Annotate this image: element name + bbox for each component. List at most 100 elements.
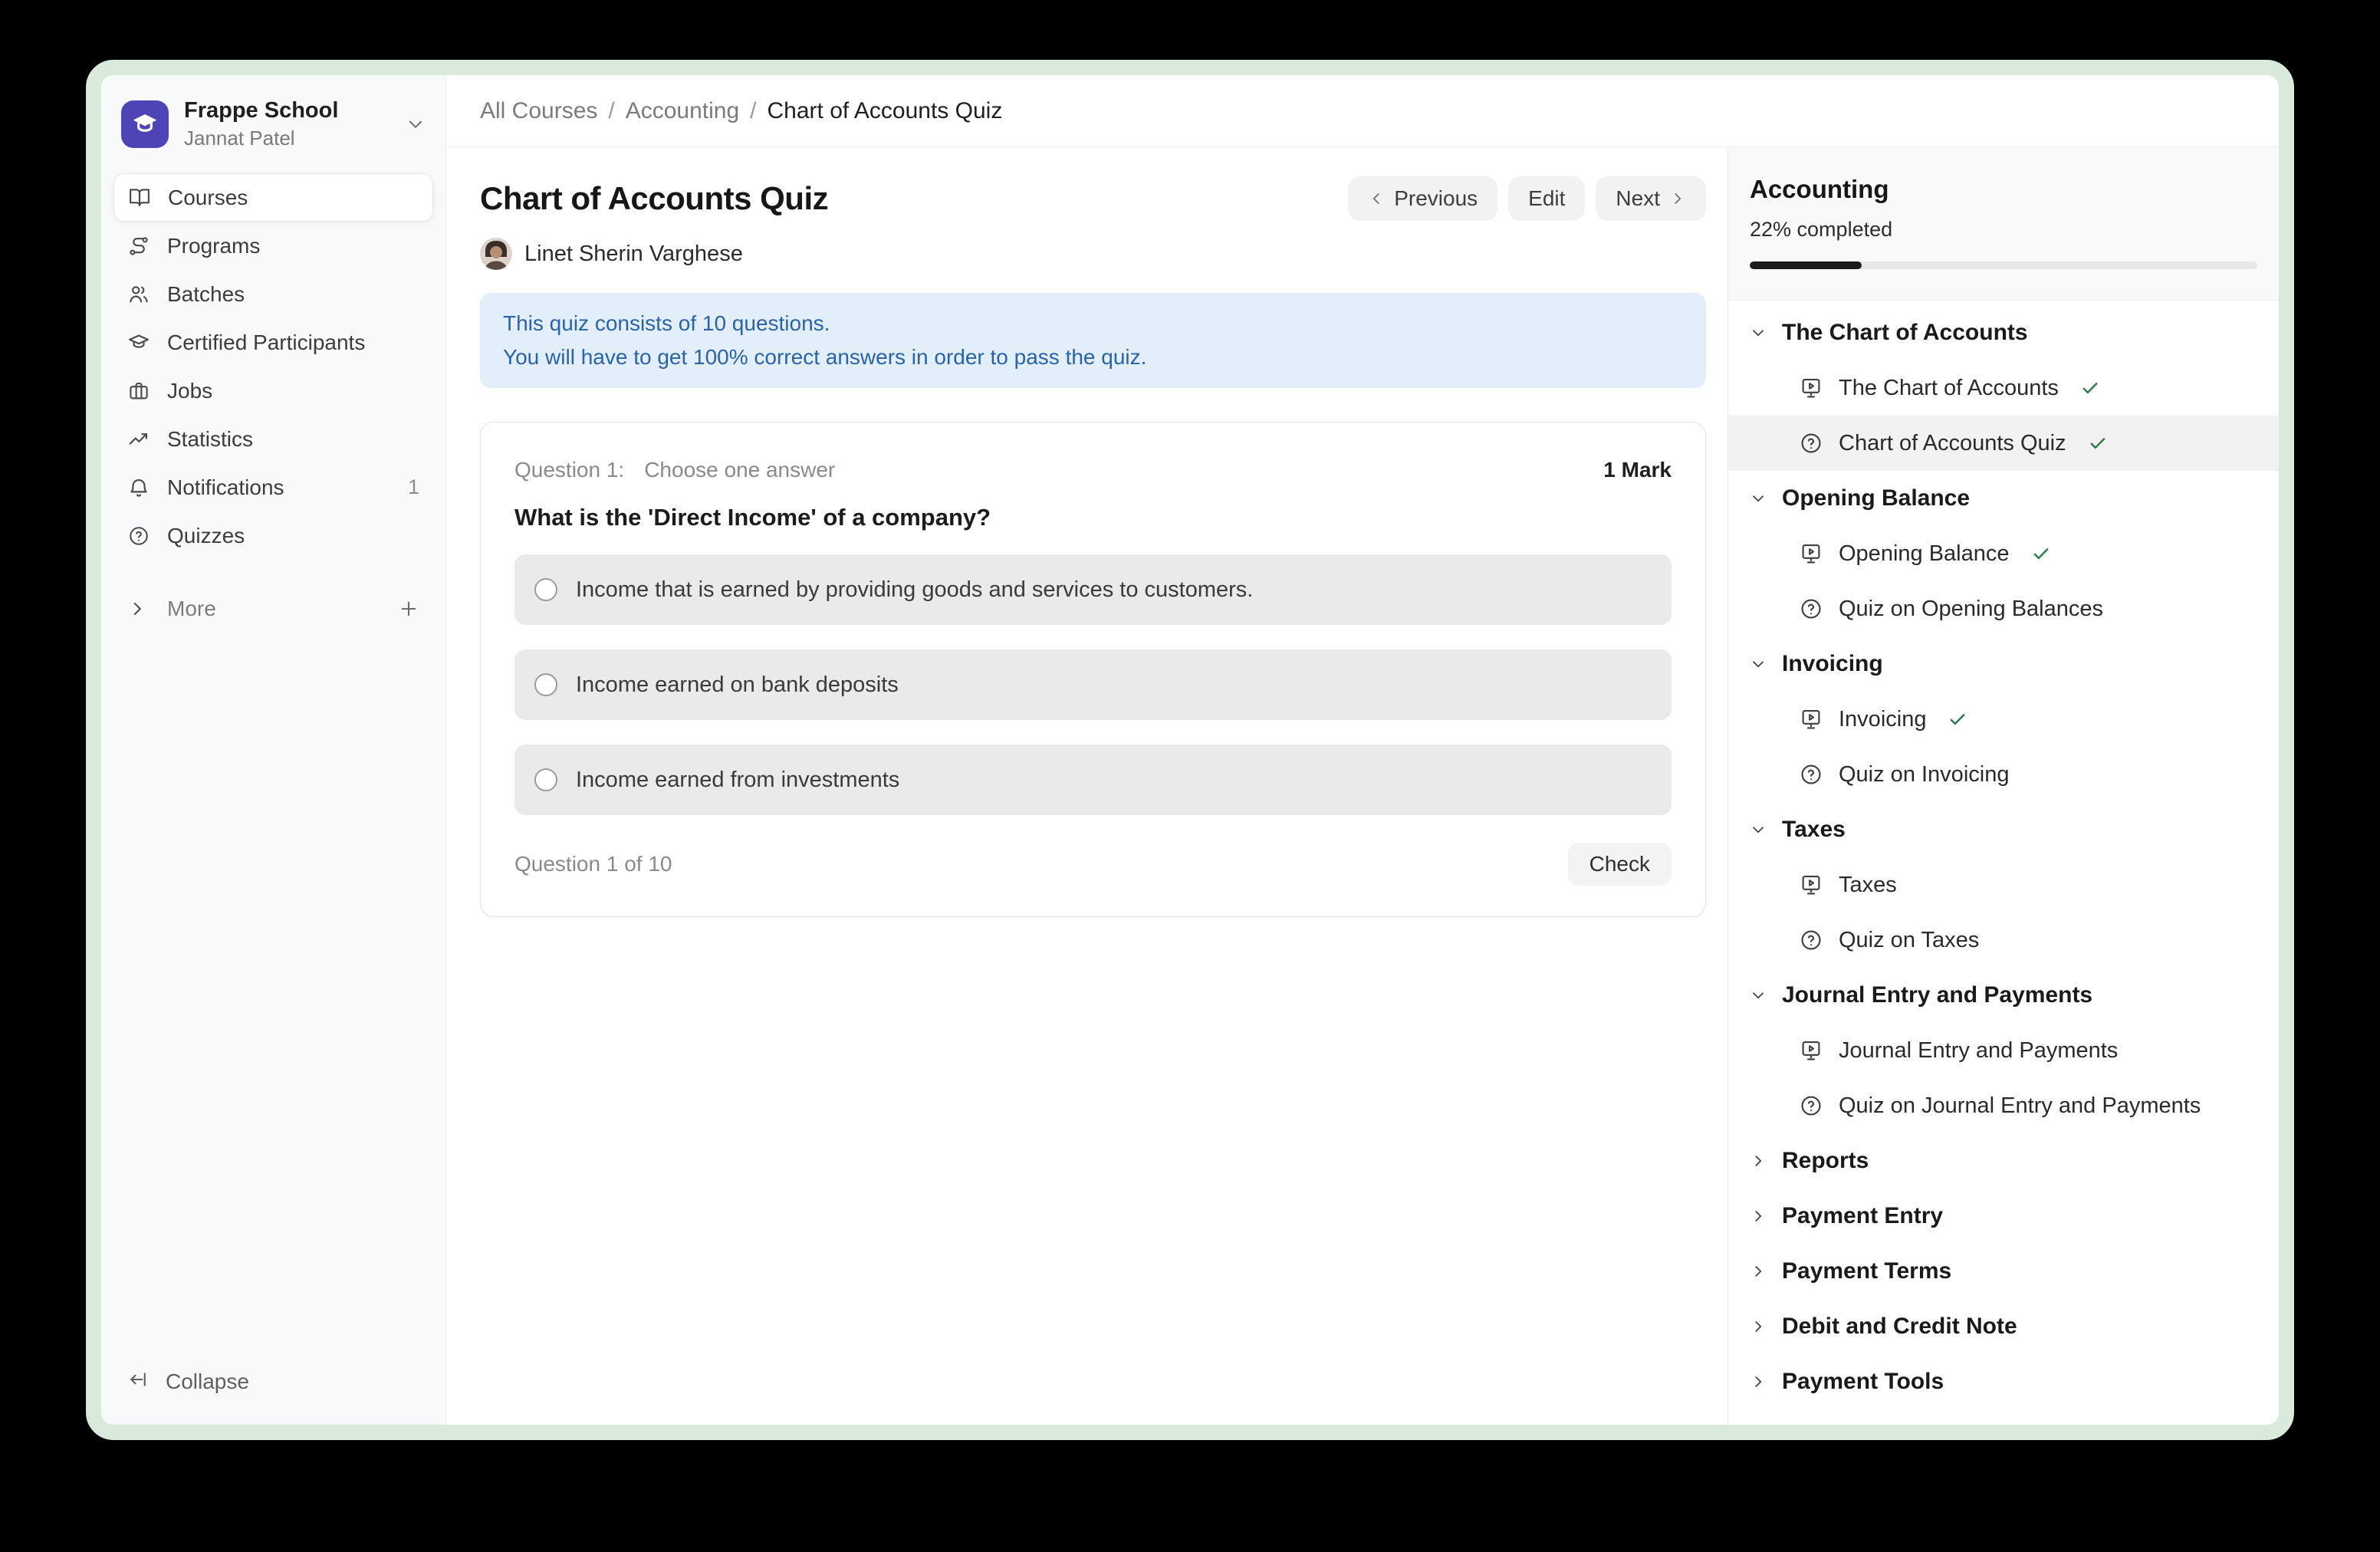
sidebar-item-label: Certified Participants [167, 330, 365, 355]
option-label: Income earned from investments [576, 768, 899, 793]
breadcrumb-accounting[interactable]: Accounting [626, 98, 739, 124]
course-outline-list: The Chart of Accounts The Chart of Accou… [1728, 301, 2279, 1425]
notifications-count-badge: 1 [408, 475, 419, 499]
sidebar-item-label: Jobs [167, 379, 212, 403]
outline-section-reports[interactable]: Reports [1728, 1133, 2279, 1189]
avatar [480, 238, 512, 270]
edit-button[interactable]: Edit [1508, 176, 1585, 221]
quiz-question-icon [1799, 431, 1823, 455]
answer-option-3[interactable]: Income earned from investments [514, 745, 1672, 815]
answer-option-2[interactable]: Income earned on bank deposits [514, 649, 1672, 720]
breadcrumb-current: Chart of Accounts Quiz [768, 98, 1003, 124]
course-outline-header: Accounting 22% completed [1728, 147, 2279, 301]
briefcase-icon [127, 380, 150, 403]
outline-section-the-chart-of-accounts[interactable]: The Chart of Accounts [1728, 305, 2279, 360]
outline-section-journal-entry-and-payments[interactable]: Journal Entry and Payments [1728, 968, 2279, 1023]
question-card: Question 1: Choose one answer 1 Mark Wha… [480, 422, 1706, 917]
radio-button[interactable] [534, 768, 557, 791]
lesson-presentation-icon [1799, 376, 1823, 400]
breadcrumb-separator: / [608, 98, 614, 124]
chevron-right-icon [1750, 1152, 1767, 1169]
sidebar-item-more[interactable]: More [113, 584, 433, 633]
outline-quiz-on-opening-balances[interactable]: Quiz on Opening Balances [1728, 581, 2279, 636]
outline-section-taxes[interactable]: Taxes [1728, 802, 2279, 857]
sidebar-item-courses[interactable]: Courses [113, 173, 433, 222]
chevron-right-icon [1750, 1208, 1767, 1225]
graduation-cap-icon [127, 331, 150, 354]
completed-check-icon [2031, 544, 2051, 564]
radio-button[interactable] [534, 578, 557, 601]
question-text: What is the 'Direct Income' of a company… [514, 504, 1672, 531]
workspace-title: Frappe School [184, 98, 338, 123]
answer-option-1[interactable]: Income that is earned by providing goods… [514, 554, 1672, 625]
author-name: Linet Sherin Varghese [524, 242, 743, 267]
sidebar-item-certified-participants[interactable]: Certified Participants [113, 318, 433, 367]
sidebar-item-batches[interactable]: Batches [113, 270, 433, 318]
sidebar-item-quizzes[interactable]: Quizzes [113, 511, 433, 560]
question-instruction: Choose one answer [644, 458, 835, 482]
workspace-switcher[interactable]: Frappe School Jannat Patel [113, 95, 433, 173]
outline-section-debit-and-credit-note[interactable]: Debit and Credit Note [1728, 1299, 2279, 1354]
previous-button[interactable]: Previous [1348, 176, 1497, 221]
outline-lesson-invoicing[interactable]: Invoicing [1728, 692, 2279, 747]
outline-section-payment-tools[interactable]: Payment Tools [1728, 1354, 2279, 1409]
outline-section-invoicing[interactable]: Invoicing [1728, 636, 2279, 692]
plus-icon[interactable] [398, 598, 419, 620]
chevron-right-icon [127, 599, 150, 619]
completed-check-icon [2080, 378, 2100, 398]
outline-quiz-chart-of-accounts-quiz[interactable]: Chart of Accounts Quiz [1728, 416, 2279, 471]
notice-line-1: This quiz consists of 10 questions. [503, 307, 1683, 340]
route-icon [127, 235, 150, 258]
course-progress-bar [1750, 261, 2257, 269]
course-title: Accounting [1750, 175, 2257, 204]
outline-section-payment-entry[interactable]: Payment Entry [1728, 1189, 2279, 1244]
outline-lesson-the-chart-of-accounts[interactable]: The Chart of Accounts [1728, 360, 2279, 416]
outline-quiz-on-taxes[interactable]: Quiz on Taxes [1728, 912, 2279, 968]
next-button[interactable]: Next [1596, 176, 1706, 221]
sidebar-item-label: Statistics [167, 427, 253, 452]
quiz-question-icon [1799, 597, 1823, 621]
sidebar-item-jobs[interactable]: Jobs [113, 367, 433, 415]
outline-quiz-on-journal-entry-and-payments[interactable]: Quiz on Journal Entry and Payments [1728, 1078, 2279, 1133]
chevron-down-icon [1750, 324, 1767, 341]
option-label: Income earned on bank deposits [576, 672, 899, 698]
course-outline-panel: Accounting 22% completed The Chart of Ac… [1727, 147, 2279, 1425]
content-column: All Courses / Accounting / Chart of Acco… [446, 75, 2279, 1425]
outline-lesson-opening-balance[interactable]: Opening Balance [1728, 526, 2279, 581]
chevron-right-icon [1750, 1373, 1767, 1390]
radio-button[interactable] [534, 673, 557, 696]
sidebar-item-notifications[interactable]: Notifications 1 [113, 463, 433, 511]
question-progress: Question 1 of 10 [514, 852, 672, 876]
sidebar-collapse-button[interactable]: Collapse [113, 1359, 433, 1405]
trending-up-icon [127, 428, 150, 451]
outline-section-payment-terms[interactable]: Payment Terms [1728, 1244, 2279, 1299]
content-row: Chart of Accounts Quiz Previous Edit Nex… [446, 147, 2279, 1425]
outline-section-opening-balance[interactable]: Opening Balance [1728, 471, 2279, 526]
outline-quiz-on-invoicing[interactable]: Quiz on Invoicing [1728, 747, 2279, 802]
check-button[interactable]: Check [1568, 843, 1672, 886]
outline-lesson-taxes[interactable]: Taxes [1728, 857, 2279, 912]
course-completed-label: 22% completed [1750, 218, 2257, 242]
outline-lesson-journal-entry-and-payments[interactable]: Journal Entry and Payments [1728, 1023, 2279, 1078]
sidebar-item-label: Notifications [167, 475, 284, 500]
answer-options: Income that is earned by providing goods… [514, 554, 1672, 815]
app-window: Frappe School Jannat Patel Courses Progr… [86, 60, 2294, 1440]
book-open-icon [128, 186, 151, 209]
left-sidebar: Frappe School Jannat Patel Courses Progr… [101, 75, 446, 1425]
sidebar-item-statistics[interactable]: Statistics [113, 415, 433, 463]
chevron-right-icon [1669, 190, 1686, 207]
chevron-right-icon [1750, 1318, 1767, 1335]
breadcrumb-separator: / [750, 98, 756, 124]
lesson-presentation-icon [1799, 541, 1823, 566]
workspace-user: Jannat Patel [184, 127, 338, 150]
quiz-question-icon [1799, 928, 1823, 952]
sidebar-item-programs[interactable]: Programs [113, 222, 433, 270]
chevron-down-icon [1750, 987, 1767, 1004]
chevron-down-icon [1750, 490, 1767, 507]
quiz-nav-actions: Previous Edit Next [1348, 176, 1706, 221]
completed-check-icon [1948, 709, 1967, 729]
breadcrumb-all-courses[interactable]: All Courses [480, 98, 597, 124]
chevron-down-icon [406, 114, 426, 134]
lesson-presentation-icon [1799, 707, 1823, 732]
notice-line-2: You will have to get 100% correct answer… [503, 340, 1683, 374]
